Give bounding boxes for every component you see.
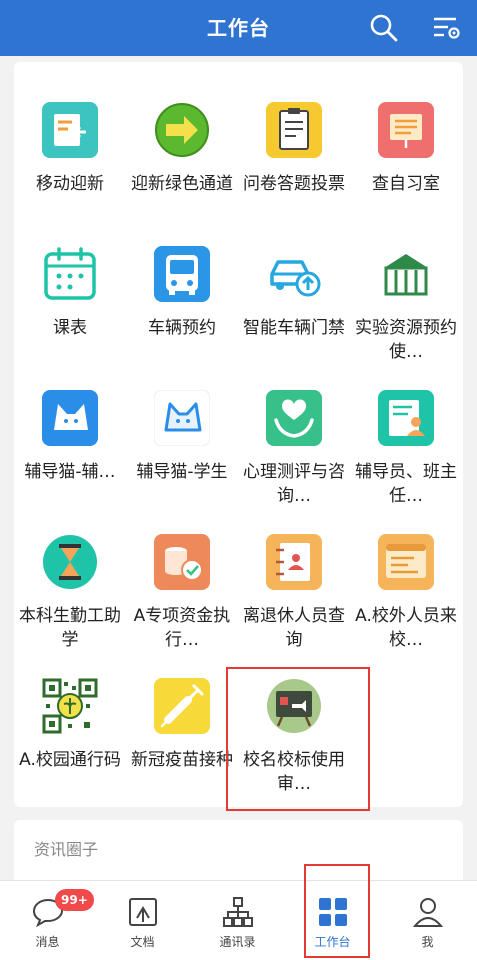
app-questionnaire[interactable]: 问卷答题投票 (238, 62, 350, 204)
app-label: A.校外人员来校… (355, 606, 457, 650)
app-label: 查自习室 (372, 174, 440, 194)
contact-book-icon (266, 534, 322, 590)
tab-contacts[interactable]: 通讯录 (190, 881, 285, 960)
app-timetable[interactable]: 课表 (14, 206, 126, 348)
calendar-icon (44, 247, 96, 300)
bottom-tab-bar: 99+ 消息 文档 通讯录 工作台 我 (0, 880, 477, 960)
app-label: 辅导猫-学生 (136, 462, 228, 482)
app-label: 新冠疫苗接种 (131, 750, 233, 770)
app-counselor-class[interactable]: 辅导员、班主任… (350, 350, 462, 506)
unread-badge: 99+ (55, 889, 94, 911)
bus-icon (154, 246, 210, 302)
app-psych-assessment[interactable]: 心理测评与咨询… (238, 350, 350, 506)
qr-code-icon (42, 678, 98, 734)
car-access-icon (270, 260, 321, 297)
app-visitor-entry[interactable]: A.校外人员来校… (350, 494, 462, 650)
vaccine-syringe-icon (154, 678, 210, 734)
filter-settings-icon[interactable] (430, 12, 462, 44)
app-study-room[interactable]: 查自习室 (350, 62, 462, 204)
app-green-channel[interactable]: 迎新绿色通道 (126, 62, 238, 204)
tab-messages[interactable]: 99+ 消息 (0, 881, 95, 960)
top-bar: 工作台 (0, 0, 477, 56)
app-label: 移动迎新 (36, 174, 104, 194)
app-lab-resource[interactable]: 实验资源预约使… (350, 206, 462, 362)
counselor-card-icon (378, 390, 434, 446)
green-channel-arrow-icon (155, 103, 209, 157)
cat-outline-icon (154, 390, 210, 446)
org-chart-icon (223, 897, 253, 927)
app-label: 智能车辆门禁 (243, 318, 345, 338)
app-covid-vaccine[interactable]: 新冠疫苗接种 (126, 638, 238, 780)
app-work-study[interactable]: 本科生勤工助学 (14, 494, 126, 650)
app-label: 辅导猫-辅… (24, 462, 116, 482)
news-section-title: 资讯圈子 (34, 840, 99, 859)
app-counselor-cat[interactable]: 辅导猫-辅… (14, 350, 126, 492)
app-mobile-welcome[interactable]: 移动迎新 (14, 62, 126, 204)
app-retiree-query[interactable]: 离退休人员查询 (238, 494, 350, 650)
coins-icon (154, 534, 210, 590)
lab-building-icon (384, 254, 428, 296)
tab-label: 通讯录 (219, 935, 256, 949)
tab-me[interactable]: 我 (380, 881, 475, 960)
app-label: A.校园通行码 (19, 750, 121, 770)
app-car-access[interactable]: 智能车辆门禁 (238, 206, 350, 348)
tab-label: 消息 (35, 935, 60, 949)
page-title: 工作台 (207, 16, 270, 40)
document-icon (129, 898, 157, 926)
questionnaire-clipboard-icon (266, 102, 322, 158)
tab-label: 文档 (130, 935, 155, 949)
app-label: 车辆预约 (148, 318, 216, 338)
heart-hand-icon (266, 390, 322, 446)
browser-window-icon (378, 534, 434, 590)
app-counselor-cat-student[interactable]: 辅导猫-学生 (126, 350, 238, 492)
cat-icon (42, 390, 98, 446)
study-room-board-icon (378, 102, 434, 158)
app-vehicle-booking[interactable]: 车辆预约 (126, 206, 238, 348)
search-icon[interactable] (368, 12, 400, 44)
mobile-welcome-icon (42, 102, 98, 158)
app-label: 课表 (53, 318, 87, 338)
person-icon (412, 898, 444, 927)
tab-documents[interactable]: 文档 (95, 881, 190, 960)
highlight-box-tab (304, 864, 370, 958)
app-campus-pass-code[interactable]: A.校园通行码 (14, 638, 126, 780)
highlight-box-app (226, 667, 370, 811)
app-label: 迎新绿色通道 (131, 174, 233, 194)
app-special-funds[interactable]: A专项资金执行… (126, 494, 238, 650)
tab-label: 我 (421, 935, 434, 949)
hourglass-icon (43, 535, 97, 589)
app-label: 问卷答题投票 (243, 174, 345, 194)
